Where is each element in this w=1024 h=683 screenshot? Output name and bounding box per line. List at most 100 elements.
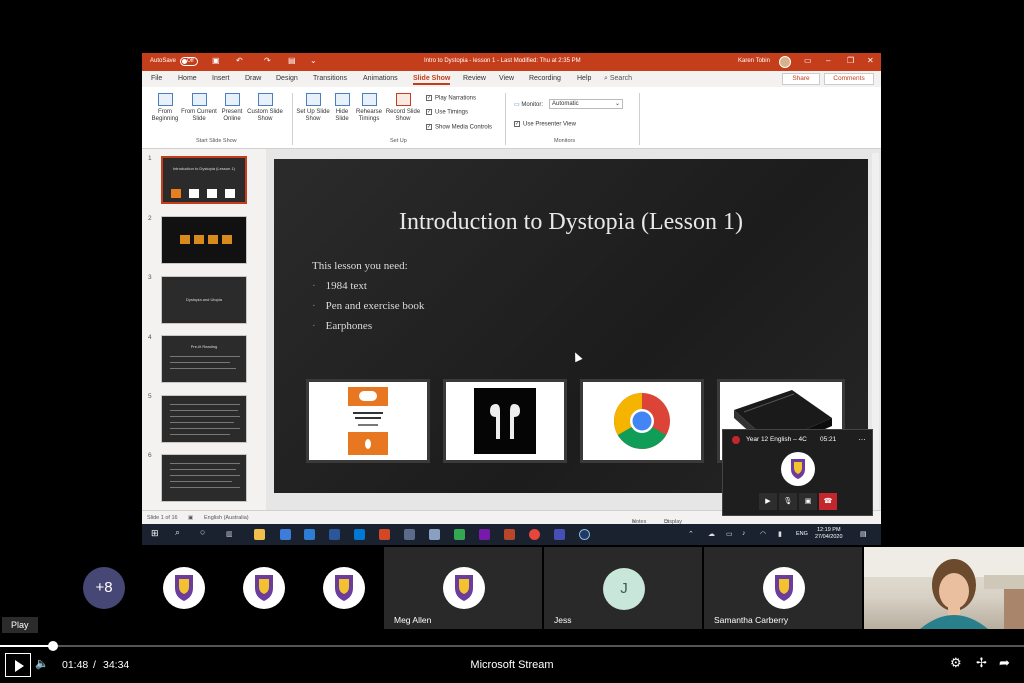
battery-icon[interactable]: ▮ xyxy=(778,530,782,538)
hide-slide-button[interactable]: Hide Slide xyxy=(331,93,353,123)
onenote-icon[interactable] xyxy=(479,529,490,540)
office-icon[interactable] xyxy=(504,529,515,540)
mail-icon[interactable] xyxy=(354,529,365,540)
tab-help[interactable]: Help xyxy=(577,75,591,82)
store-icon[interactable] xyxy=(280,529,291,540)
slide-thumbnail-3[interactable]: Dystopia and Utopia xyxy=(161,276,247,324)
app-icon[interactable] xyxy=(429,529,440,540)
slide-thumbnail-1[interactable]: Introduction to Dystopia (Lesson 1) xyxy=(161,156,247,204)
tab-view[interactable]: View xyxy=(499,75,514,82)
camera-icon[interactable] xyxy=(404,529,415,540)
notifications-icon[interactable]: ▤ xyxy=(860,530,867,538)
progress-track[interactable] xyxy=(0,645,1024,647)
tab-transitions[interactable]: Transitions xyxy=(313,75,347,82)
minimize-icon[interactable]: – xyxy=(826,56,830,65)
vertical-scrollbar[interactable] xyxy=(872,153,879,523)
tab-file[interactable]: File xyxy=(151,75,162,82)
settings-gear-icon[interactable]: ⚙ xyxy=(950,655,962,671)
search-box[interactable]: ⌕ Search xyxy=(604,75,632,83)
teams-mini-call-window[interactable]: Year 12 English – 4C 05:21 … ▶ 🎙 ▣ ☎ xyxy=(722,429,873,516)
chrome-image xyxy=(580,379,704,463)
overflow-participants-badge[interactable]: +8 xyxy=(83,567,125,609)
participant-name: Samantha Carberry xyxy=(714,615,789,625)
more-options-icon[interactable]: … xyxy=(858,433,866,442)
presenter-video-feed xyxy=(864,547,1024,629)
share-icon[interactable]: ➦ xyxy=(999,655,1010,671)
camera-toggle-icon[interactable]: ▶ xyxy=(759,493,777,510)
wifi-icon[interactable]: ◠ xyxy=(760,530,766,538)
share-button[interactable]: Share xyxy=(782,73,820,85)
speaker-icon[interactable]: ♪ xyxy=(742,530,746,537)
slide-intro-text: This lesson you need: xyxy=(312,260,408,272)
presenter-view-checkbox[interactable]: ✓ Use Presenter View xyxy=(514,121,576,128)
penguin-book-icon xyxy=(348,387,388,455)
tab-design[interactable]: Design xyxy=(276,75,298,82)
slide-thumbnail-2[interactable] xyxy=(161,216,247,264)
tab-animations[interactable]: Animations xyxy=(363,75,398,82)
file-explorer-icon[interactable] xyxy=(254,529,265,540)
network-icon[interactable]: ▭ xyxy=(726,530,733,538)
slide-show-ribbon: From Beginning From Current Slide Presen… xyxy=(142,87,881,149)
language-indicator[interactable]: ENG xyxy=(796,531,808,537)
mic-toggle-icon[interactable]: 🎙 xyxy=(779,493,797,510)
onedrive-icon[interactable]: ☁ xyxy=(708,530,715,538)
notes-app-icon[interactable] xyxy=(454,529,465,540)
participant-avatar xyxy=(443,567,485,609)
outlook-icon[interactable] xyxy=(304,529,315,540)
show-media-checkbox[interactable]: ✓ Show Media Controls xyxy=(426,124,492,131)
record-app-icon[interactable] xyxy=(579,529,590,540)
present-icon[interactable]: ▤ xyxy=(288,56,296,65)
setup-show-icon xyxy=(305,93,321,106)
rehearse-button[interactable]: Rehearse Timings xyxy=(353,93,385,123)
speed-icon[interactable]: ✢ xyxy=(976,655,987,671)
language-label[interactable]: English (Australia) xyxy=(204,515,249,521)
hang-up-icon[interactable]: ☎ xyxy=(819,493,837,510)
tab-draw[interactable]: Draw xyxy=(245,75,261,82)
record-button[interactable]: Record Slide Show xyxy=(385,93,421,123)
from-current-button[interactable]: From Current Slide xyxy=(179,93,219,123)
clock[interactable]: 12:19 PM 27/04/2020 xyxy=(815,527,843,541)
search-icon[interactable]: ⌕ xyxy=(175,527,180,538)
setup-show-button[interactable]: Set Up Slide Show xyxy=(296,93,330,123)
close-icon[interactable]: ✕ xyxy=(867,56,874,65)
participant-name: Jess xyxy=(554,615,572,625)
chevron-up-icon[interactable]: ⌃ xyxy=(688,530,694,538)
progress-knob[interactable] xyxy=(48,641,58,651)
powerpoint-icon[interactable] xyxy=(379,529,390,540)
slide-thumbnail-5[interactable] xyxy=(161,395,247,443)
autosave-toggle[interactable]: Off xyxy=(180,57,198,66)
cortana-icon[interactable]: ○ xyxy=(200,527,205,537)
tab-insert[interactable]: Insert xyxy=(212,75,230,82)
presenter-view-label: Use Presenter View xyxy=(523,121,576,128)
share-screen-icon[interactable]: ▣ xyxy=(799,493,817,510)
chrome-icon[interactable] xyxy=(529,529,540,540)
windows-start-icon[interactable]: ⊞ xyxy=(151,528,159,539)
monitor-select[interactable]: Automatic ⌄ xyxy=(549,99,623,109)
from-beginning-button[interactable]: From Beginning xyxy=(147,93,183,123)
tab-recording[interactable]: Recording xyxy=(529,75,561,82)
task-view-icon[interactable]: ▥ xyxy=(226,530,233,538)
user-avatar[interactable] xyxy=(779,56,791,68)
undo-icon[interactable]: ↶ xyxy=(236,56,243,65)
spellcheck-icon[interactable]: ▣ xyxy=(188,515,193,521)
word-icon[interactable] xyxy=(329,529,340,540)
redo-icon[interactable]: ↷ xyxy=(264,56,271,65)
comments-button[interactable]: Comments xyxy=(824,73,874,85)
presenter-video[interactable] xyxy=(864,547,1024,629)
bullet-text: Earphones xyxy=(325,320,373,332)
play-narrations-checkbox[interactable]: ✓ Play Narrations xyxy=(426,95,476,102)
clock-time: 12:19 PM xyxy=(816,527,841,533)
present-online-button[interactable]: Present Online xyxy=(218,93,246,123)
custom-show-button[interactable]: Custom Slide Show xyxy=(245,93,285,123)
use-timings-checkbox[interactable]: ✓ Use Timings xyxy=(426,109,468,116)
slide-thumbnail-4[interactable]: Pre-lit Reading xyxy=(161,335,247,383)
customize-icon[interactable]: ⌄ xyxy=(310,56,317,65)
tab-slide-show[interactable]: Slide Show xyxy=(413,75,451,85)
save-icon[interactable]: ▣ xyxy=(212,56,220,65)
slide-thumbnail-6[interactable] xyxy=(161,454,247,502)
tab-home[interactable]: Home xyxy=(178,75,197,82)
ribbon-display-icon[interactable]: ▭ xyxy=(804,56,812,65)
teams-icon[interactable] xyxy=(554,529,565,540)
tab-review[interactable]: Review xyxy=(463,75,486,82)
maximize-icon[interactable]: ❐ xyxy=(847,56,854,65)
